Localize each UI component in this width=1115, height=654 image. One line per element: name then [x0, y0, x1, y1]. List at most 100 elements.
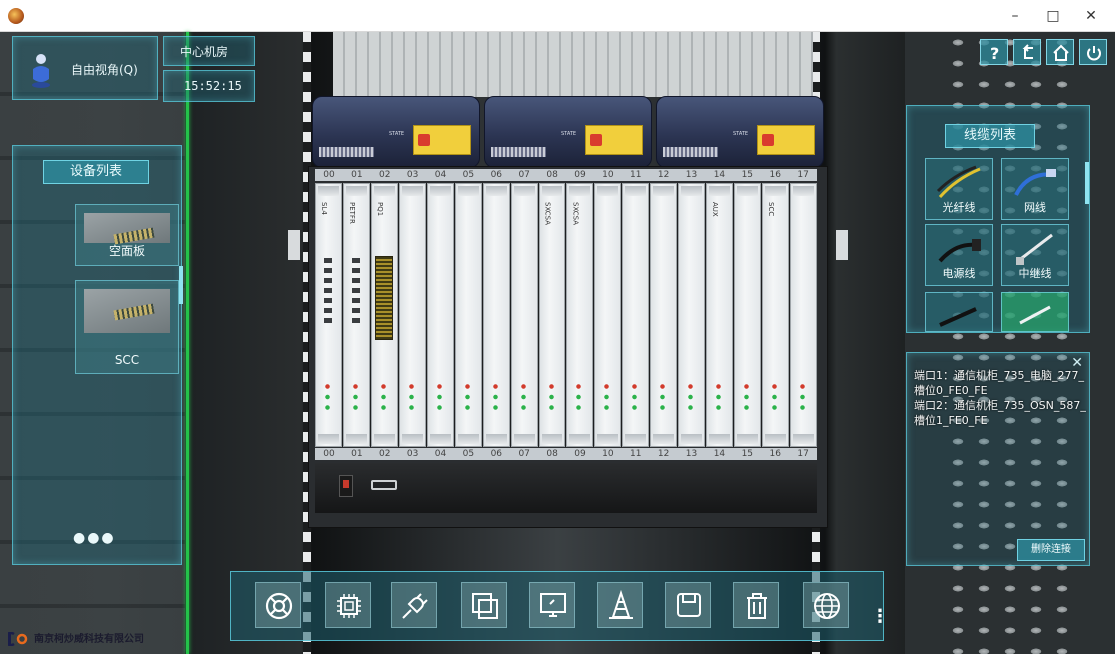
equipment-chassis[interactable]: 00 01 02 03 04 05 06 07 08 09 10 11 12 13 14 15 16 17 SL4… [308, 166, 828, 528]
device-item-label: 空面板 [108, 244, 145, 258]
board-slots[interactable]: SL4 PETFR PQ1 SXCSA SXCSA AUX SCC [315, 183, 817, 447]
connection-port-line: 端口2：通信机柜_735_OSN_587_槽位1_FE0_FE [914, 399, 1086, 427]
rack-top-unit [333, 32, 813, 97]
power-switch[interactable] [339, 475, 353, 497]
slot-number: 14 [713, 170, 726, 180]
board-slot[interactable]: SCC [762, 183, 789, 447]
cable-list-panel: 线缆列表 光纤线 网线 电源线 中继线 [906, 105, 1090, 333]
board-slot[interactable]: PQ1 [370, 183, 398, 447]
power-icon[interactable] [1079, 39, 1107, 65]
board-slot[interactable] [734, 183, 761, 447]
home-icon[interactable] [1046, 39, 1074, 65]
status-leds [464, 382, 470, 412]
board-slot[interactable] [510, 183, 538, 447]
cable-list-scrollbar[interactable] [1085, 162, 1089, 204]
plug-icon[interactable] [391, 582, 437, 628]
cable-item[interactable] [1001, 292, 1069, 332]
slot-number: 05 [462, 170, 475, 180]
device-item-blank-panel[interactable]: 空面板 [75, 204, 179, 266]
minimize-button[interactable]: – [996, 0, 1034, 32]
cone-icon[interactable] [597, 582, 643, 628]
help-icon[interactable]: ? [980, 39, 1008, 65]
board-name: SXCSA [543, 202, 552, 225]
clock-panel: 15:52:15 [163, 70, 255, 102]
slot-number: 10 [602, 449, 614, 459]
slot-number: 03 [406, 449, 419, 459]
title-bar: – □ ✕ [0, 0, 1115, 32]
room-name-panel: 中心机房 [163, 36, 255, 66]
board-slot[interactable] [594, 183, 622, 447]
device-list-title: 设备列表 [43, 160, 149, 184]
close-button[interactable]: ✕ [1072, 0, 1110, 32]
slot-number: 17 [797, 449, 809, 459]
cable-icon [1019, 305, 1051, 325]
slot-number: 03 [406, 170, 419, 180]
cable-item-network[interactable]: 网线 [1001, 158, 1069, 220]
board-slot[interactable]: SXCSA [538, 183, 566, 447]
back-icon[interactable] [1013, 39, 1041, 65]
slot-number: 09 [574, 170, 586, 180]
status-leds [688, 382, 694, 412]
toolbar-more-icon[interactable]: ⋮ [871, 606, 889, 627]
cable-item-fiber[interactable]: 光纤线 [925, 158, 993, 220]
board-slot[interactable] [650, 183, 678, 447]
fan-power-unit[interactable] [315, 463, 817, 513]
board-slot[interactable] [789, 183, 817, 447]
power-module[interactable]: STATE [656, 96, 824, 168]
board-slot[interactable] [678, 183, 706, 447]
view-mode-panel[interactable]: 自由视角(Q) [12, 36, 158, 100]
maximize-button[interactable]: □ [1034, 0, 1072, 32]
board-name: AUX [711, 202, 720, 217]
power-module-bar[interactable]: STATE STATE STATE [308, 96, 828, 168]
save-icon[interactable] [665, 582, 711, 628]
board-slot[interactable] [622, 183, 650, 447]
globe-icon[interactable] [803, 582, 849, 628]
slot-number: 02 [379, 170, 391, 180]
cable-item-trunk[interactable]: 中继线 [1001, 224, 1069, 286]
rescue-ring-icon[interactable] [255, 582, 301, 628]
slot-number: 06 [490, 170, 503, 180]
cable-item-power[interactable]: 电源线 [925, 224, 993, 286]
status-leds [352, 382, 358, 412]
status-leds [436, 382, 442, 412]
cable-item[interactable] [925, 292, 993, 332]
power-module[interactable]: STATE [484, 96, 652, 168]
board-name: PETFR [347, 202, 356, 224]
device-list-more[interactable]: ●●● [73, 530, 116, 546]
device-list-scrollbar[interactable] [179, 266, 183, 304]
monitor-icon[interactable] [529, 582, 575, 628]
status-leds [548, 382, 554, 412]
device-item-scc[interactable]: SCC [75, 280, 179, 374]
board-slot[interactable] [426, 183, 454, 447]
delete-connection-button[interactable]: 删除连接 [1017, 539, 1085, 561]
slot-number: 02 [379, 449, 391, 459]
board-slot[interactable]: AUX [706, 183, 734, 447]
chassis-handle-right [836, 230, 848, 260]
board-slot[interactable] [398, 183, 426, 447]
svg-text:?: ? [990, 44, 999, 62]
power-module[interactable]: STATE [312, 96, 480, 168]
warning-label [585, 125, 643, 155]
board-slot[interactable]: SXCSA [566, 183, 594, 447]
status-leds [576, 382, 582, 412]
fan-port[interactable] [371, 480, 397, 490]
chip-icon[interactable] [325, 582, 371, 628]
slot-number: 00 [323, 449, 335, 459]
board-slot[interactable] [482, 183, 510, 447]
connection-ports-text: 端口1：通信机柜_735_电脑_277_槽位0_FE0_FE 端口2：通信机柜_7… [914, 368, 1088, 428]
board-port-array[interactable] [374, 256, 393, 340]
slot-number: 13 [685, 170, 698, 180]
slot-number: 12 [657, 170, 670, 180]
trash-icon[interactable] [733, 582, 779, 628]
board-ports[interactable] [351, 258, 360, 328]
board-name: PQ1 [375, 202, 384, 217]
slot-number: 13 [685, 449, 698, 459]
board-name: SL4 [320, 202, 328, 215]
panel-icon[interactable] [461, 582, 507, 628]
board-ports[interactable] [324, 258, 332, 328]
board-slot[interactable]: SL4 [315, 183, 342, 447]
board-slot[interactable] [454, 183, 482, 447]
slot-number: 11 [630, 449, 642, 459]
slot-number: 12 [657, 449, 670, 459]
board-slot[interactable]: PETFR [342, 183, 370, 447]
